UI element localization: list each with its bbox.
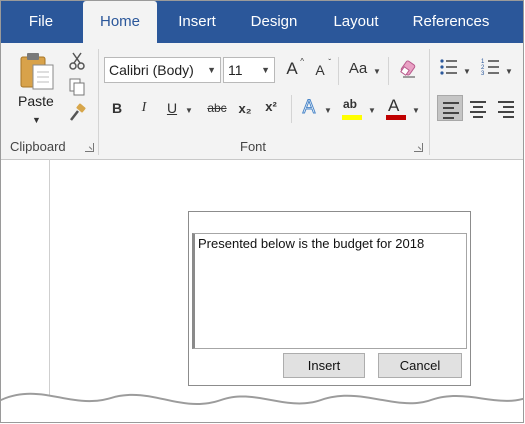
- highlight-icon: ab: [343, 97, 358, 111]
- align-center-button[interactable]: [465, 95, 491, 121]
- numbering-icon[interactable]: 1 2 3: [481, 57, 501, 77]
- font-group-label: Font: [240, 139, 267, 154]
- format-painter-icon[interactable]: [67, 103, 87, 123]
- paste-icon[interactable]: [19, 51, 55, 91]
- font-size-combobox[interactable]: 11 ▼: [223, 57, 275, 83]
- align-left-button[interactable]: [437, 95, 463, 121]
- align-center-icon: [470, 101, 486, 121]
- shrink-font-icon: A: [315, 62, 325, 78]
- cut-icon[interactable]: [67, 51, 87, 71]
- strikethrough-button[interactable]: abc: [204, 101, 230, 115]
- group-divider: [429, 49, 430, 155]
- caret-up-icon: ^: [300, 57, 304, 66]
- underline-button[interactable]: U: [163, 100, 181, 116]
- font-size-value: 11: [228, 62, 243, 78]
- paste-options-arrow[interactable]: ▼: [32, 115, 41, 125]
- chevron-down-icon[interactable]: ▼: [368, 106, 376, 115]
- text-effects-button[interactable]: A: [299, 97, 319, 119]
- insert-text-dialog: Presented below is the budget for 2018 I…: [188, 211, 471, 386]
- chevron-down-icon[interactable]: ▼: [463, 67, 471, 76]
- chevron-down-icon[interactable]: ▼: [412, 106, 420, 115]
- grow-font-button[interactable]: A ^: [284, 57, 304, 79]
- ribbon-home: Paste ▼ Clipboard Calibri (Body) ▼ 11 ▼ …: [1, 43, 523, 160]
- word-window: File Home Insert Design Layout Reference…: [0, 0, 524, 423]
- paste-button[interactable]: Paste: [18, 93, 54, 109]
- bold-button[interactable]: B: [108, 100, 126, 116]
- subscript-button[interactable]: x₂: [235, 101, 255, 116]
- group-divider: [98, 49, 99, 155]
- ribbon-tab-bar: File Home Insert Design Layout Reference…: [1, 1, 523, 43]
- tab-insert[interactable]: Insert: [165, 1, 229, 43]
- copy-icon[interactable]: [67, 77, 87, 97]
- clipboard-dialog-launcher[interactable]: [85, 143, 94, 152]
- align-right-button[interactable]: [493, 95, 519, 121]
- tab-design[interactable]: Design: [239, 1, 309, 43]
- chevron-down-icon[interactable]: ▼: [324, 106, 332, 115]
- tab-references[interactable]: References: [405, 1, 497, 43]
- font-color-button[interactable]: A: [385, 96, 407, 123]
- clipboard-group-label: Clipboard: [10, 139, 66, 154]
- chevron-down-icon[interactable]: ▼: [185, 106, 193, 115]
- font-name-value: Calibri (Body): [109, 62, 194, 78]
- divider: [291, 95, 292, 123]
- align-left-icon: [443, 102, 459, 122]
- highlight-color-button[interactable]: ab: [341, 97, 363, 123]
- chevron-down-icon[interactable]: ▼: [505, 67, 513, 76]
- highlight-swatch: [342, 115, 362, 120]
- torn-page-edge: [1, 392, 523, 422]
- font-name-combobox[interactable]: Calibri (Body) ▼: [104, 57, 221, 83]
- grow-font-icon: A: [286, 59, 298, 78]
- align-right-icon: [498, 101, 514, 121]
- chevron-down-icon[interactable]: ▼: [207, 58, 216, 82]
- shrink-font-button[interactable]: Aˇ: [313, 58, 331, 78]
- clear-formatting-icon[interactable]: [399, 59, 419, 79]
- dialog-text-input[interactable]: Presented below is the budget for 2018: [192, 233, 467, 349]
- tab-home[interactable]: Home: [83, 1, 157, 43]
- divider: [338, 57, 339, 85]
- bullets-icon[interactable]: [439, 57, 459, 77]
- chevron-down-icon[interactable]: ▼: [373, 67, 381, 76]
- font-dialog-launcher[interactable]: [414, 143, 423, 152]
- divider: [388, 57, 389, 85]
- tab-file[interactable]: File: [15, 1, 67, 43]
- tab-layout[interactable]: Layout: [323, 1, 389, 43]
- chevron-down-icon[interactable]: ▼: [261, 58, 270, 82]
- caret-down-icon: ˇ: [328, 58, 331, 67]
- svg-text:3: 3: [481, 71, 485, 77]
- superscript-button[interactable]: x²: [261, 99, 281, 114]
- italic-button[interactable]: I: [135, 100, 153, 116]
- font-color-icon: A: [388, 96, 400, 115]
- change-case-button[interactable]: Aa: [345, 60, 371, 77]
- font-color-swatch: [386, 115, 406, 120]
